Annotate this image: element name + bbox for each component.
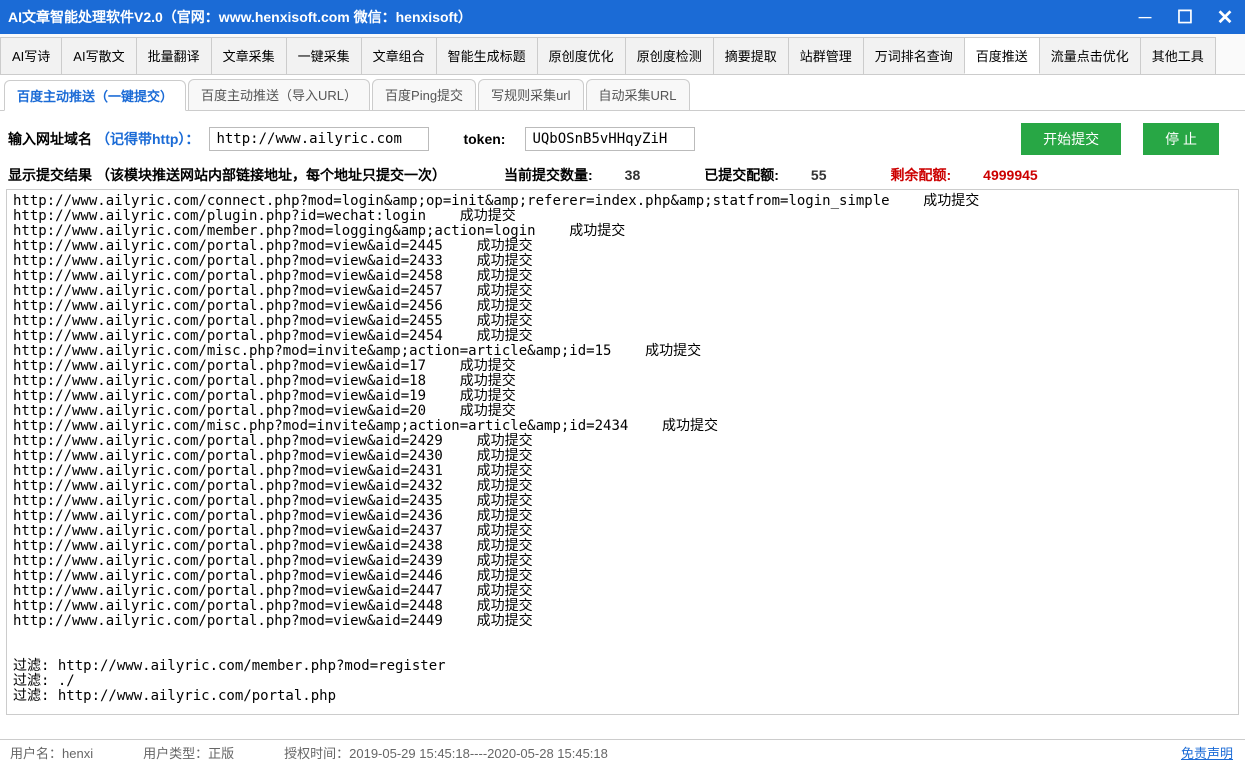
main-tab-0[interactable]: AI写诗 xyxy=(0,37,62,74)
main-tab-11[interactable]: 万词排名查询 xyxy=(863,37,965,74)
main-tab-9[interactable]: 摘要提取 xyxy=(713,37,789,74)
main-tab-7[interactable]: 原创度优化 xyxy=(537,37,626,74)
minimize-icon[interactable]: ─ xyxy=(1125,0,1165,34)
log-output[interactable]: http://www.ailyric.com/connect.php?mod=l… xyxy=(6,189,1239,715)
user-label: 用户名： xyxy=(10,746,62,761)
start-button[interactable]: 开始提交 xyxy=(1021,123,1121,155)
url-label: 输入网址域名 xyxy=(8,129,92,149)
url-hint: （记得带http）： xyxy=(96,129,199,149)
main-tab-3[interactable]: 文章采集 xyxy=(211,37,287,74)
close-icon[interactable]: ✕ xyxy=(1205,0,1245,34)
type-label: 用户类型： xyxy=(143,746,208,761)
sub-tab-0[interactable]: 百度主动推送（一键提交） xyxy=(4,80,186,111)
current-count-value: 38 xyxy=(625,167,641,183)
main-tab-6[interactable]: 智能生成标题 xyxy=(436,37,538,74)
main-tab-8[interactable]: 原创度检测 xyxy=(625,37,714,74)
result-desc: （该模块推送网站内部链接地址，每个地址只提交一次） xyxy=(96,165,446,185)
token-label: token: xyxy=(463,131,505,147)
window-title: AI文章智能处理软件V2.0（官网：www.henxisoft.com 微信：h… xyxy=(8,7,472,27)
maximize-icon[interactable]: ☐ xyxy=(1165,0,1205,34)
disclaimer-link[interactable]: 免责声明 xyxy=(1181,743,1233,762)
user-value: henxi xyxy=(62,746,93,761)
stop-button[interactable]: 停 止 xyxy=(1143,123,1219,155)
auth-label: 授权时间： xyxy=(284,746,349,761)
input-bar: 输入网址域名 （记得带http）： token: 开始提交 停 止 xyxy=(0,111,1245,165)
sub-tab-4[interactable]: 自动采集URL xyxy=(586,79,690,110)
main-tab-13[interactable]: 流量点击优化 xyxy=(1039,37,1141,74)
sub-tab-3[interactable]: 写规则采集url xyxy=(478,79,583,110)
remain-label: 剩余配额: xyxy=(891,165,952,185)
title-bar: AI文章智能处理软件V2.0（官网：www.henxisoft.com 微信：h… xyxy=(0,0,1245,34)
auth-value: 2019-05-29 15:45:18----2020-05-28 15:45:… xyxy=(349,746,608,761)
footer-bar: 用户名：henxi 用户类型：正版 授权时间：2019-05-29 15:45:… xyxy=(0,739,1245,765)
main-tab-4[interactable]: 一键采集 xyxy=(286,37,362,74)
done-count-value: 55 xyxy=(811,167,827,183)
main-tab-2[interactable]: 批量翻译 xyxy=(136,37,212,74)
sub-tab-2[interactable]: 百度Ping提交 xyxy=(372,79,476,110)
url-input[interactable] xyxy=(209,127,429,151)
type-value: 正版 xyxy=(208,746,234,761)
sub-tab-1[interactable]: 百度主动推送（导入URL） xyxy=(188,79,370,110)
result-status-bar: 显示提交结果 （该模块推送网站内部链接地址，每个地址只提交一次） 当前提交数量:… xyxy=(0,165,1245,189)
main-tab-12[interactable]: 百度推送 xyxy=(964,37,1040,74)
done-count-label: 已提交配额: xyxy=(704,165,779,185)
main-tab-14[interactable]: 其他工具 xyxy=(1140,37,1216,74)
remain-value: 4999945 xyxy=(983,167,1038,183)
result-label: 显示提交结果 xyxy=(8,165,92,185)
sub-tab-bar: 百度主动推送（一键提交）百度主动推送（导入URL）百度Ping提交写规则采集ur… xyxy=(0,75,1245,111)
main-tab-5[interactable]: 文章组合 xyxy=(361,37,437,74)
token-input[interactable] xyxy=(525,127,695,151)
main-tab-1[interactable]: AI写散文 xyxy=(61,37,136,74)
main-tab-10[interactable]: 站群管理 xyxy=(788,37,864,74)
main-tab-bar: AI写诗AI写散文批量翻译文章采集一键采集文章组合智能生成标题原创度优化原创度检… xyxy=(0,34,1245,75)
current-count-label: 当前提交数量: xyxy=(504,165,593,185)
